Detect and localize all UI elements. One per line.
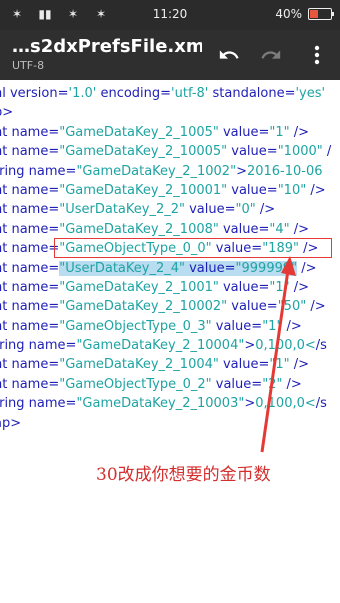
annotation-text: 30改成你想要的金币数: [96, 465, 271, 485]
annotation-arrow: [260, 256, 296, 453]
